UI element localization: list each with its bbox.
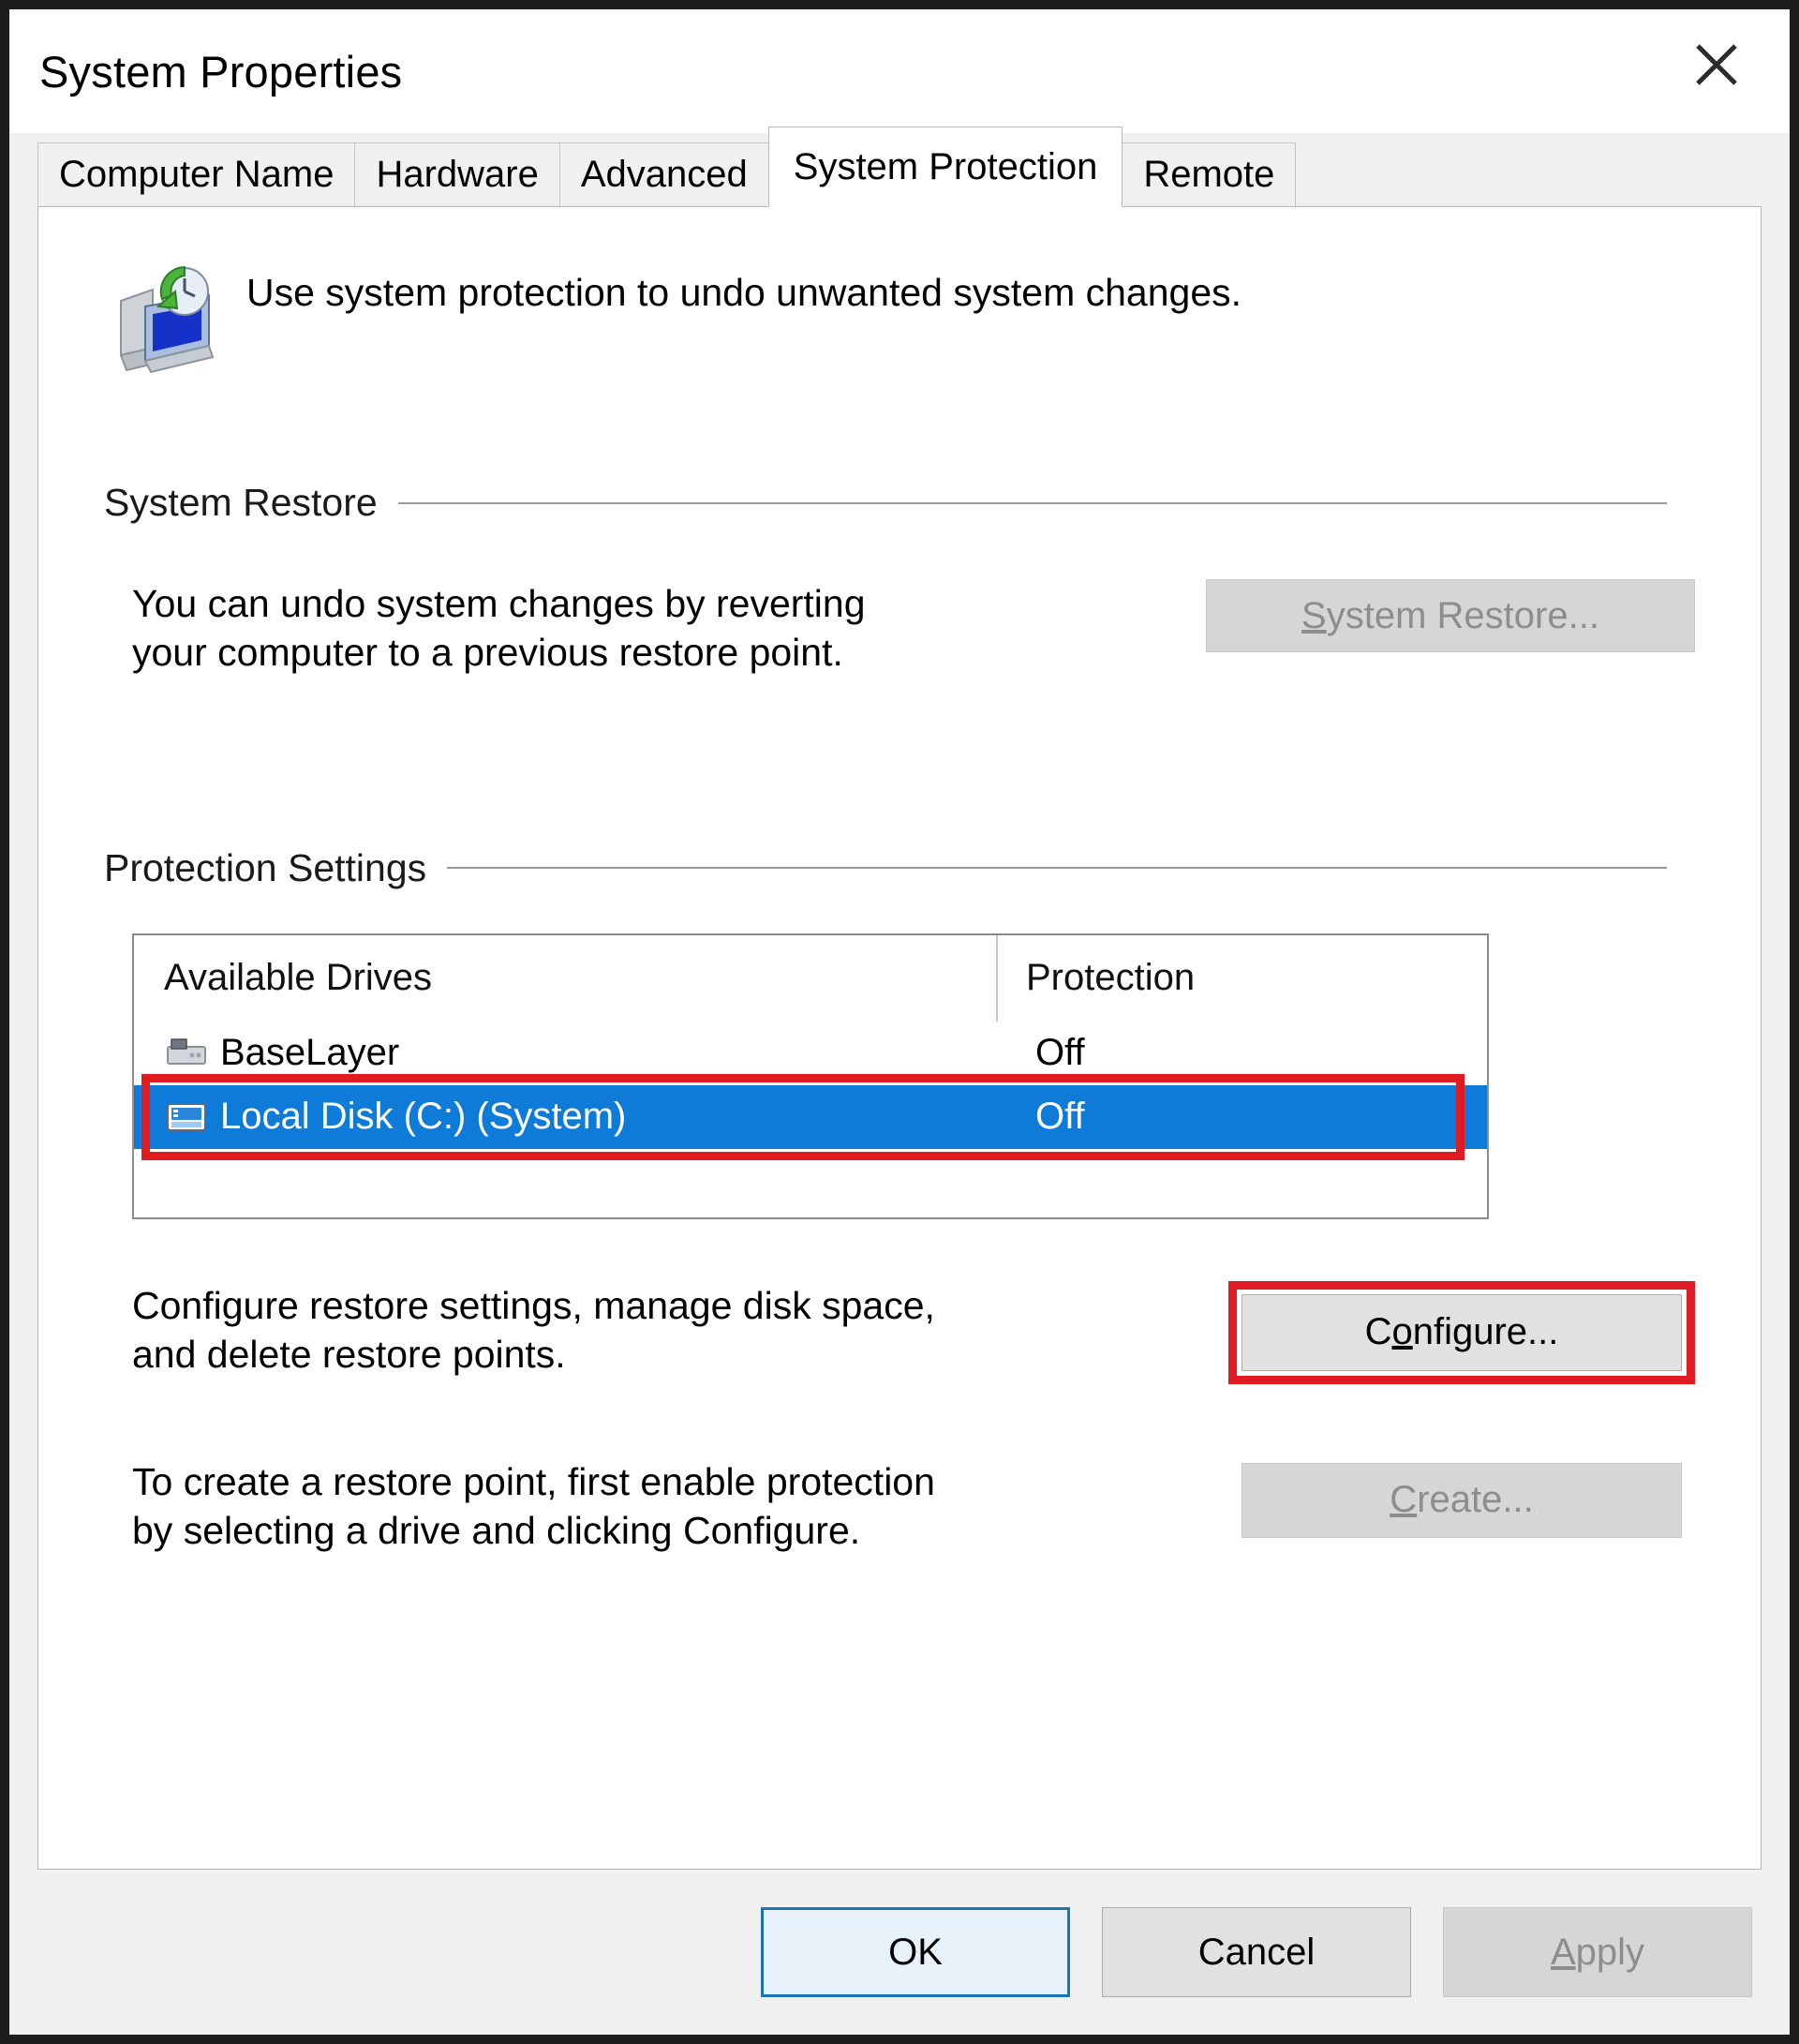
protection-settings-group-title: Protection Settings bbox=[104, 845, 427, 889]
system-restore-description-line1: You can undo system changes by reverting bbox=[132, 582, 866, 625]
table-row-selected[interactable]: Local Disk (C:) (System) Off bbox=[134, 1084, 1487, 1149]
configure-button[interactable]: Configure... bbox=[1241, 1293, 1682, 1371]
tab-hardware[interactable]: Hardware bbox=[354, 142, 560, 206]
tab-strip: Computer Name Hardware Advanced System P… bbox=[9, 127, 1790, 207]
drive-name: BaseLayer bbox=[220, 1032, 400, 1074]
create-description-line2: by selecting a drive and clicking Config… bbox=[132, 1509, 861, 1553]
column-header-available-drives[interactable]: Available Drives bbox=[134, 957, 996, 999]
available-drives-listbox[interactable]: Available Drives Protection BaseLayer Of… bbox=[132, 932, 1489, 1219]
configure-description-line2: and delete restore points. bbox=[132, 1333, 566, 1377]
column-header-protection[interactable]: Protection bbox=[996, 957, 1483, 999]
title-bar: System Properties bbox=[9, 9, 1790, 133]
system-properties-window: System Properties Computer Name Hardware… bbox=[0, 0, 1799, 2044]
create-button[interactable]: Create... bbox=[1241, 1462, 1682, 1538]
create-description: To create a restore point, first enable … bbox=[132, 1457, 935, 1556]
hard-drive-icon bbox=[162, 1036, 211, 1071]
tab-label: Remote bbox=[1143, 154, 1275, 195]
protection-settings-group-header: Protection Settings bbox=[38, 846, 1761, 890]
create-button-label: Create... bbox=[1390, 1479, 1534, 1521]
window-title: System Properties bbox=[39, 46, 403, 97]
tab-system-protection[interactable]: System Protection bbox=[767, 127, 1123, 207]
table-row[interactable]: BaseLayer Off bbox=[134, 1022, 1487, 1085]
drive-protection-status: Off bbox=[1035, 1096, 1085, 1138]
tab-label: Advanced bbox=[580, 154, 748, 195]
system-restore-button-label: System Restore... bbox=[1301, 594, 1599, 636]
close-button[interactable] bbox=[1643, 9, 1790, 120]
configure-row: Configure restore settings, manage disk … bbox=[38, 1280, 1761, 1384]
configure-description: Configure restore settings, manage disk … bbox=[132, 1281, 935, 1380]
apply-button[interactable]: Apply bbox=[1443, 1907, 1752, 1997]
ok-button[interactable]: OK bbox=[761, 1907, 1070, 1997]
tab-label: Hardware bbox=[376, 154, 539, 195]
ok-button-label: OK bbox=[888, 1931, 943, 1973]
dialog-footer: OK Cancel Apply bbox=[9, 1870, 1790, 2035]
cancel-button[interactable]: Cancel bbox=[1102, 1907, 1411, 1997]
group-divider bbox=[397, 501, 1667, 504]
cancel-button-label: Cancel bbox=[1197, 1931, 1316, 1973]
create-row: To create a restore point, first enable … bbox=[38, 1457, 1761, 1556]
system-restore-description-line2: your computer to a previous restore poin… bbox=[132, 631, 843, 675]
tab-remote[interactable]: Remote bbox=[1122, 142, 1297, 206]
group-divider bbox=[447, 867, 1667, 870]
configure-button-label: Configure... bbox=[1364, 1311, 1559, 1353]
listbox-header: Available Drives Protection bbox=[134, 935, 1487, 1022]
system-restore-row: You can undo system changes by reverting… bbox=[38, 579, 1761, 678]
intro-text: Use system protection to undo unwanted s… bbox=[246, 271, 1242, 314]
create-description-line1: To create a restore point, first enable … bbox=[132, 1459, 935, 1503]
system-restore-group-title: System Restore bbox=[104, 481, 378, 524]
system-restore-description: You can undo system changes by reverting… bbox=[132, 579, 866, 678]
system-protection-panel: Use system protection to undo unwanted s… bbox=[37, 206, 1762, 1870]
configure-description-line1: Configure restore settings, manage disk … bbox=[132, 1283, 935, 1327]
system-protection-icon bbox=[104, 252, 226, 380]
apply-button-label: Apply bbox=[1550, 1931, 1645, 1973]
tab-label: System Protection bbox=[793, 145, 1098, 187]
drive-protection-status: Off bbox=[1035, 1032, 1085, 1074]
close-icon bbox=[1688, 37, 1745, 93]
system-restore-button[interactable]: System Restore... bbox=[1206, 579, 1695, 652]
column-divider bbox=[996, 934, 998, 1022]
annotation-highlight-configure-button: Configure... bbox=[1228, 1280, 1695, 1384]
intro-row: Use system protection to undo unwanted s… bbox=[38, 207, 1761, 380]
system-restore-group-header: System Restore bbox=[38, 481, 1761, 525]
tab-advanced[interactable]: Advanced bbox=[558, 142, 769, 206]
drive-name: Local Disk (C:) (System) bbox=[220, 1096, 627, 1138]
tab-computer-name[interactable]: Computer Name bbox=[37, 142, 356, 206]
system-drive-icon bbox=[162, 1098, 211, 1136]
tab-label: Computer Name bbox=[59, 154, 335, 195]
